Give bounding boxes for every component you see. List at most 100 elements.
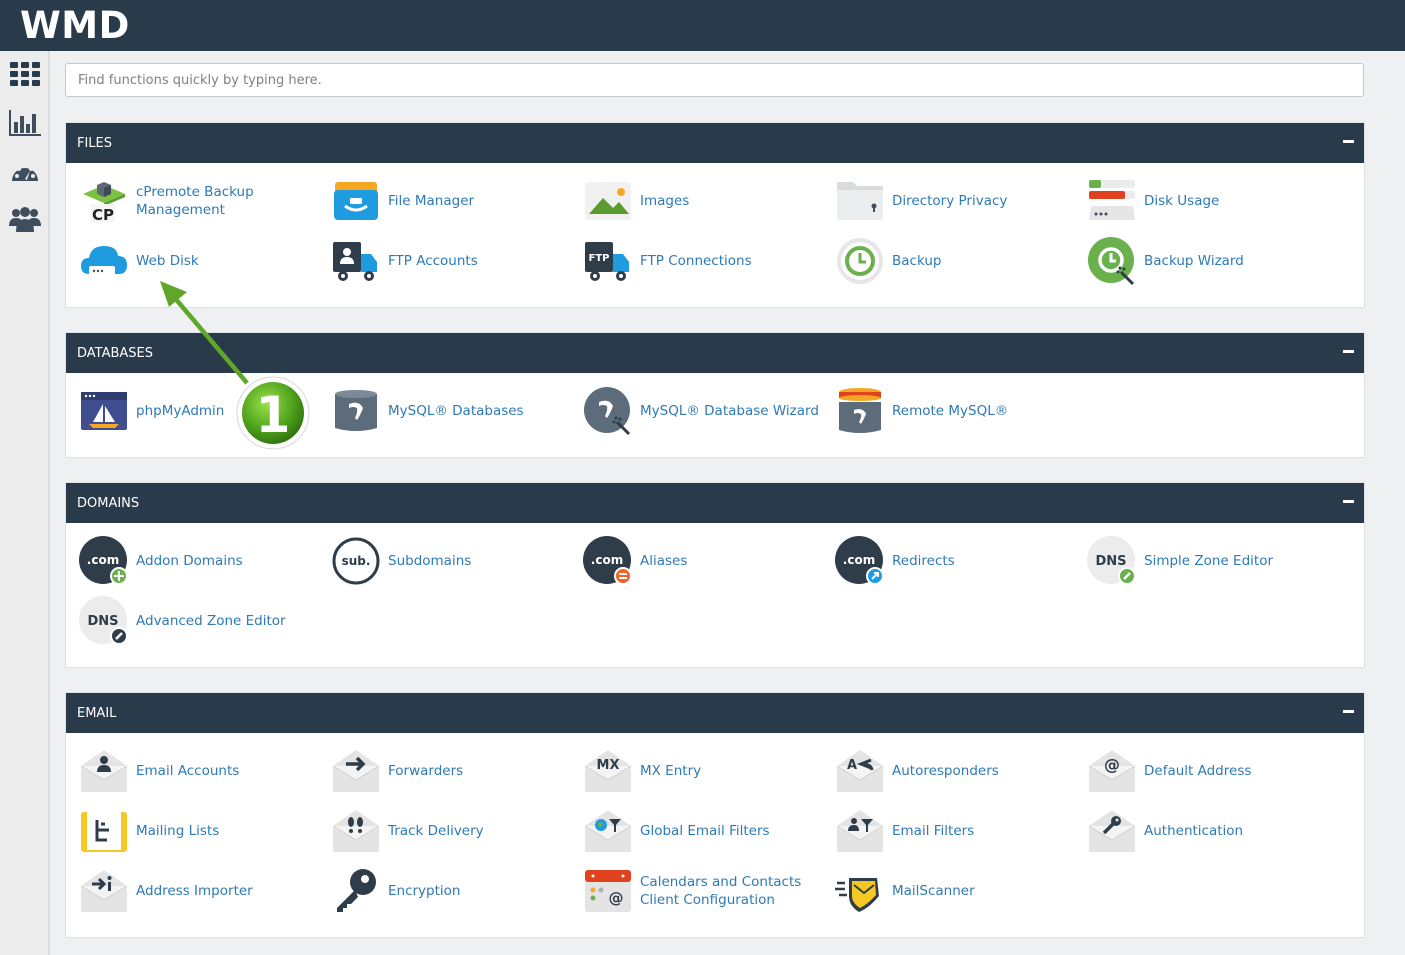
svg-text:DNS: DNS bbox=[1095, 554, 1126, 569]
item-label: MailScanner bbox=[892, 883, 975, 899]
svg-text:FTP: FTP bbox=[589, 253, 610, 264]
domains-panel: DOMAINS .com Addon Domains sub. Subdomai… bbox=[65, 482, 1365, 668]
mx-entry-icon: MX bbox=[583, 746, 633, 796]
ftp-connections-icon: FTP bbox=[583, 236, 633, 286]
item-mysql-wizard[interactable]: MySQL® Database Wizard bbox=[570, 384, 820, 438]
item-advanced-zone-editor[interactable]: DNS Advanced Zone Editor bbox=[66, 594, 316, 648]
email-panel: EMAIL Email Accounts Forwarders MX MX En… bbox=[65, 692, 1365, 938]
collapse-icon[interactable] bbox=[1343, 710, 1354, 713]
item-mx-entry[interactable]: MX MX Entry bbox=[570, 744, 820, 798]
item-cpremote-backup[interactable]: CP cPremote Backup Management bbox=[66, 174, 316, 228]
item-label: Track Delivery bbox=[388, 823, 484, 839]
item-email-accounts[interactable]: Email Accounts bbox=[66, 744, 316, 798]
svg-text:.com: .com bbox=[591, 553, 623, 567]
item-label: Directory Privacy bbox=[892, 193, 1008, 209]
item-label: FTP Connections bbox=[640, 253, 752, 269]
svg-text:@: @ bbox=[1104, 755, 1120, 774]
files-panel: FILES CP cPremote Backup Management File… bbox=[65, 122, 1365, 308]
remote-mysql-icon bbox=[835, 386, 885, 436]
item-subdomains[interactable]: sub. Subdomains bbox=[318, 534, 568, 588]
disk-usage-icon bbox=[1087, 176, 1137, 226]
item-images[interactable]: Images bbox=[570, 174, 820, 228]
brand-logo[interactable]: WMD bbox=[20, 4, 130, 47]
item-label: Aliases bbox=[640, 553, 688, 569]
search-input[interactable] bbox=[65, 63, 1364, 97]
item-label: File Manager bbox=[388, 193, 475, 209]
item-authentication[interactable]: Authentication bbox=[1074, 804, 1324, 858]
item-label: cPremote Backup Management bbox=[136, 184, 254, 218]
forwarders-icon bbox=[331, 746, 381, 796]
collapse-icon[interactable] bbox=[1343, 140, 1354, 143]
item-label: Email Accounts bbox=[136, 763, 240, 779]
item-backup-wizard[interactable]: Backup Wizard bbox=[1074, 234, 1324, 288]
item-email-filters[interactable]: Email Filters bbox=[822, 804, 1072, 858]
item-label: Address Importer bbox=[136, 883, 253, 899]
item-address-importer[interactable]: Address Importer bbox=[66, 864, 316, 918]
item-mysql-databases[interactable]: MySQL® Databases bbox=[318, 384, 568, 438]
item-label: Images bbox=[640, 193, 690, 209]
panel-title: FILES bbox=[77, 135, 113, 151]
address-importer-icon bbox=[79, 866, 129, 916]
item-mailing-lists[interactable]: Mailing Lists bbox=[66, 804, 316, 858]
item-directory-privacy[interactable]: Directory Privacy bbox=[822, 174, 1072, 228]
item-label: Autoresponders bbox=[892, 763, 999, 779]
item-global-email-filters[interactable]: Global Email Filters bbox=[570, 804, 820, 858]
item-ftp-accounts[interactable]: FTP Accounts bbox=[318, 234, 568, 288]
item-default-address[interactable]: @ Default Address bbox=[1074, 744, 1324, 798]
main-content: FILES CP cPremote Backup Management bbox=[65, 63, 1365, 938]
item-disk-usage[interactable]: Disk Usage bbox=[1074, 174, 1324, 228]
item-addon-domains[interactable]: .com Addon Domains bbox=[66, 534, 316, 588]
item-label: phpMyAdmin bbox=[136, 403, 225, 419]
item-aliases[interactable]: .com Aliases bbox=[570, 534, 820, 588]
panel-header-email[interactable]: EMAIL bbox=[66, 693, 1364, 733]
item-label: Mailing Lists bbox=[136, 823, 220, 839]
item-label: Subdomains bbox=[388, 553, 472, 569]
panel-header-databases[interactable]: DATABASES bbox=[66, 333, 1364, 373]
item-simple-zone-editor[interactable]: DNS Simple Zone Editor bbox=[1074, 534, 1324, 588]
item-label: Default Address bbox=[1144, 763, 1252, 779]
users-icon[interactable] bbox=[9, 205, 41, 233]
svg-text:DNS: DNS bbox=[87, 614, 118, 629]
collapse-icon[interactable] bbox=[1343, 500, 1354, 503]
item-file-manager[interactable]: File Manager bbox=[318, 174, 568, 228]
item-calendars-contacts[interactable]: @ Calendars and Contacts Client Configur… bbox=[570, 864, 820, 918]
aliases-icon: .com bbox=[583, 536, 633, 586]
images-icon bbox=[583, 176, 633, 226]
item-label: FTP Accounts bbox=[388, 253, 478, 269]
item-remote-mysql[interactable]: Remote MySQL® bbox=[822, 384, 1072, 438]
dashboard-gauge-icon[interactable] bbox=[9, 158, 41, 186]
bar-chart-icon[interactable] bbox=[9, 109, 41, 137]
item-phpmyadmin[interactable]: phpMyAdmin bbox=[66, 384, 316, 438]
web-disk-icon bbox=[79, 236, 129, 286]
item-forwarders[interactable]: Forwarders bbox=[318, 744, 568, 798]
panel-header-domains[interactable]: DOMAINS bbox=[66, 483, 1364, 523]
item-encryption[interactable]: Encryption bbox=[318, 864, 568, 918]
svg-text:CP: CP bbox=[92, 206, 114, 224]
mailscanner-icon bbox=[835, 866, 885, 916]
item-track-delivery[interactable]: Track Delivery bbox=[318, 804, 568, 858]
directory-privacy-icon bbox=[835, 176, 885, 226]
mailing-lists-icon bbox=[79, 806, 129, 856]
item-backup[interactable]: Backup bbox=[822, 234, 1072, 288]
item-label: Web Disk bbox=[136, 253, 199, 269]
track-delivery-icon bbox=[331, 806, 381, 856]
email-accounts-icon bbox=[79, 746, 129, 796]
item-label: Remote MySQL® bbox=[892, 403, 1009, 419]
item-mailscanner[interactable]: MailScanner bbox=[822, 864, 1072, 918]
svg-text:MX: MX bbox=[597, 758, 620, 773]
advanced-zone-editor-icon: DNS bbox=[79, 596, 129, 646]
item-autoresponders[interactable]: A Autoresponders bbox=[822, 744, 1072, 798]
collapse-icon[interactable] bbox=[1343, 350, 1354, 353]
panel-header-files[interactable]: FILES bbox=[66, 123, 1364, 163]
item-web-disk[interactable]: Web Disk bbox=[66, 234, 316, 288]
subdomains-icon: sub. bbox=[331, 536, 381, 586]
top-bar: WMD bbox=[0, 0, 1405, 51]
item-redirects[interactable]: .com Redirects bbox=[822, 534, 1072, 588]
authentication-icon bbox=[1087, 806, 1137, 856]
backup-wizard-icon bbox=[1087, 236, 1137, 286]
grid-icon[interactable] bbox=[9, 60, 41, 88]
item-label: Simple Zone Editor bbox=[1144, 553, 1274, 569]
item-label: MX Entry bbox=[640, 763, 702, 779]
item-label: Encryption bbox=[388, 883, 461, 899]
item-ftp-connections[interactable]: FTP FTP Connections bbox=[570, 234, 820, 288]
